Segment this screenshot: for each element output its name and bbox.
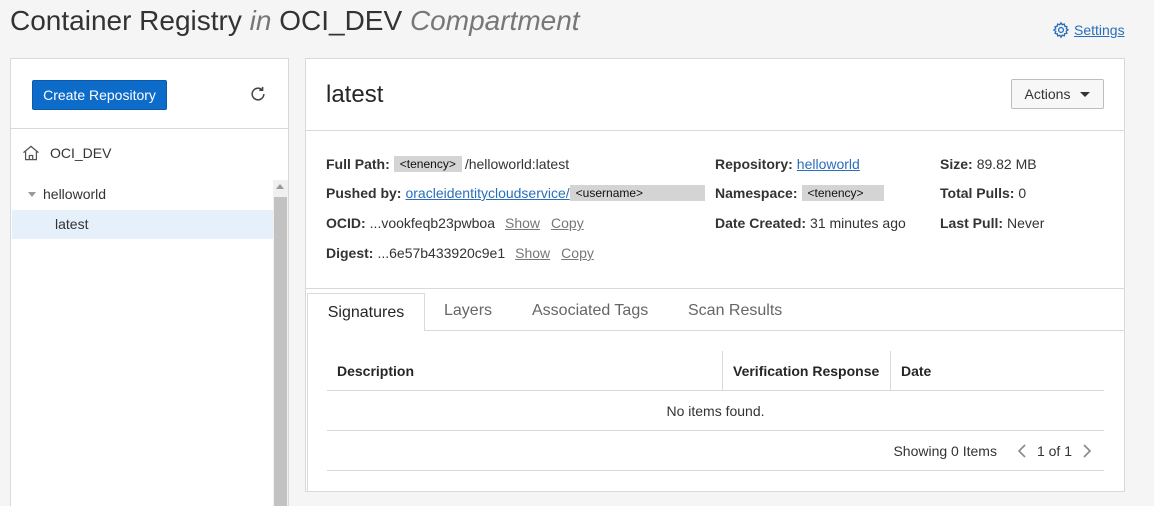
tree-item-latest[interactable]: latest <box>12 210 273 239</box>
tree-scrollbar[interactable] <box>273 180 288 506</box>
tab-signatures[interactable]: Signatures <box>307 293 425 331</box>
caret-down-icon <box>1080 91 1091 97</box>
settings-label[interactable]: Settings <box>1074 22 1125 38</box>
column-header-date[interactable]: Date <box>891 351 1104 390</box>
digest-row: Digest: ...6e57b433920c9e1 Show Copy <box>326 245 594 261</box>
refresh-icon[interactable] <box>248 84 268 104</box>
image-detail-panel: latest Actions Full Path: <tenency> /hel… <box>305 58 1125 492</box>
size-row: Size: 89.82 MB <box>940 156 1037 172</box>
empty-message: No items found. <box>327 391 1104 431</box>
table-footer: Showing 0 Items 1 of 1 <box>327 431 1104 471</box>
redacted-tenancy: <tenency> <box>393 156 462 172</box>
caret-down-icon[interactable] <box>27 189 37 199</box>
pushed-by-label: Pushed by: <box>326 185 402 201</box>
compartment-name: OCI_DEV <box>279 5 403 36</box>
showing-count: Showing 0 Items <box>893 442 997 459</box>
create-repository-button[interactable]: Create Repository <box>32 80 167 110</box>
divider <box>306 130 1124 131</box>
full-path-label: Full Path: <box>326 156 390 172</box>
date-created-label: Date Created: <box>715 215 807 231</box>
chevron-right-icon[interactable] <box>1078 443 1094 459</box>
repository-row: Repository: helloworld <box>715 156 860 172</box>
ocid-copy-link[interactable]: Copy <box>551 215 584 231</box>
tab-associated-tags[interactable]: Associated Tags <box>532 292 648 330</box>
chevron-left-icon[interactable] <box>1015 443 1031 459</box>
page-title: Container Registry in OCI_DEV Compartmen… <box>10 5 580 37</box>
namespace-row: Namespace: <tenency> <box>715 185 887 201</box>
ocid-row: OCID: ...vookfeqb23pwboa Show Copy <box>326 215 584 231</box>
date-created-row: Date Created: 31 minutes ago <box>715 215 906 231</box>
page-indicator: 1 of 1 <box>1036 442 1072 459</box>
column-header-description[interactable]: Description <box>327 351 723 390</box>
digest-copy-link[interactable]: Copy <box>561 245 594 261</box>
date-created-value: 31 minutes ago <box>810 215 906 231</box>
tab-scan-results[interactable]: Scan Results <box>688 292 782 330</box>
repository-tree-panel: Create Repository OCI_DEV helloworld lat… <box>10 58 289 506</box>
title-compartment-word: Compartment <box>409 5 580 36</box>
last-pull-value: Never <box>1007 215 1045 231</box>
table-header: Description Verification Response Date <box>327 351 1104 391</box>
tab-layers[interactable]: Layers <box>444 292 492 330</box>
scroll-thumb[interactable] <box>274 197 287 506</box>
tree-root-label: OCI_DEV <box>50 145 112 161</box>
total-pulls-label: Total Pulls: <box>940 185 1015 201</box>
size-label: Size: <box>940 156 973 172</box>
settings-link[interactable]: Settings <box>1052 21 1125 39</box>
pushed-by-link[interactable]: oracleidentitycloudservice/ <box>405 185 569 201</box>
last-pull-label: Last Pull: <box>940 215 1004 231</box>
gear-icon <box>1052 21 1070 39</box>
title-text: Container Registry <box>10 5 242 36</box>
title-in: in <box>249 5 272 36</box>
total-pulls-value: 0 <box>1018 185 1027 201</box>
ocid-show-link[interactable]: Show <box>505 215 540 231</box>
repository-label: Repository: <box>715 156 793 172</box>
ocid-label: OCID: <box>326 215 366 231</box>
divider <box>306 288 1124 289</box>
full-path-value: /helloworld:latest <box>464 156 570 172</box>
size-value: 89.82 MB <box>976 156 1037 172</box>
tab-bar: Signatures Layers Associated Tags Scan R… <box>306 292 1124 331</box>
tree-item-label: helloworld <box>43 186 107 202</box>
digest-value: ...6e57b433920c9e1 <box>377 245 506 261</box>
last-pull-row: Last Pull: Never <box>940 215 1044 231</box>
column-header-verification-response[interactable]: Verification Response <box>723 351 891 390</box>
scroll-up-arrow-icon[interactable] <box>276 184 284 189</box>
namespace-label: Namespace: <box>715 185 798 201</box>
total-pulls-row: Total Pulls: 0 <box>940 185 1026 201</box>
full-path-row: Full Path: <tenency> /helloworld:latest <box>326 156 569 172</box>
redacted-username: <username> <box>569 185 705 201</box>
ocid-value: ...vookfeqb23pwboa <box>369 215 495 231</box>
pushed-by-row: Pushed by: oracleidentitycloudservice/ <… <box>326 185 705 201</box>
actions-button[interactable]: Actions <box>1011 79 1104 109</box>
redacted-namespace: <tenency> <box>801 185 884 201</box>
tree-item-helloworld[interactable]: helloworld <box>27 186 106 202</box>
tree-root-compartment[interactable]: OCI_DEV <box>21 143 111 163</box>
digest-label: Digest: <box>326 245 374 261</box>
home-icon <box>23 145 39 161</box>
digest-show-link[interactable]: Show <box>515 245 550 261</box>
pagination: 1 of 1 <box>1015 443 1094 459</box>
signatures-table: Description Verification Response Date N… <box>327 351 1104 471</box>
actions-label: Actions <box>1024 86 1071 102</box>
detail-title: latest <box>326 81 384 108</box>
tree-toolbar: Create Repository <box>11 59 288 129</box>
tab-underline <box>425 330 1124 331</box>
repository-link[interactable]: helloworld <box>797 156 860 172</box>
